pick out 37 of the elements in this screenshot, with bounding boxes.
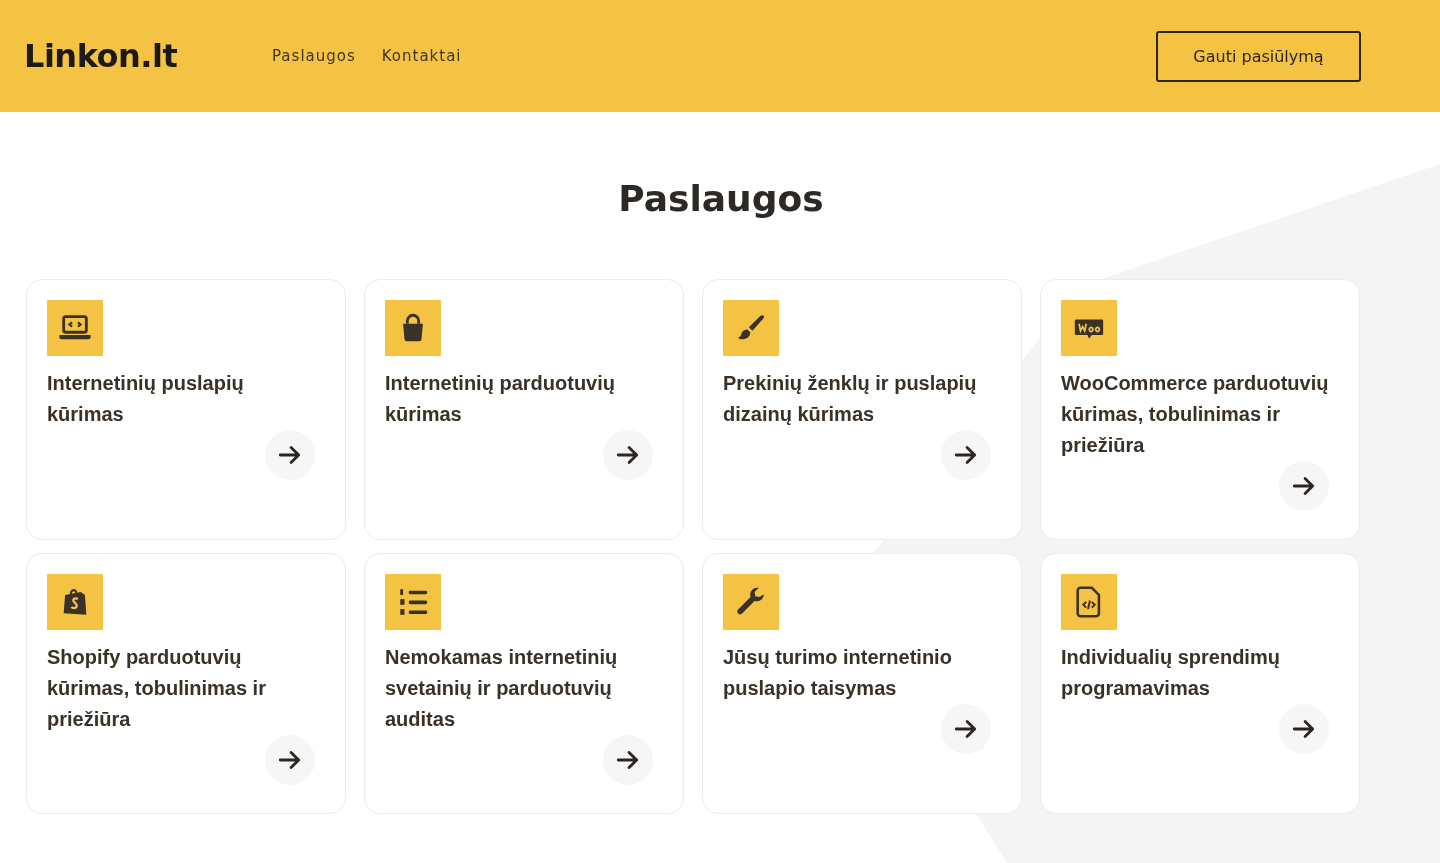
service-card[interactable]: Individualių sprendimų programavimas <box>1040 553 1360 814</box>
service-title: Prekinių ženklų ir puslapių dizainų kūrimas <box>723 371 978 427</box>
laptop-code-icon <box>47 300 103 356</box>
arrow-button[interactable] <box>1279 704 1329 754</box>
speech-bubble-icon <box>1061 300 1117 356</box>
numbered-list-icon <box>385 574 441 630</box>
bag-icon <box>385 300 441 356</box>
service-card[interactable]: Shopify parduotuvių kūrimas, tobulinimas ir priežiūra <box>26 553 346 814</box>
service-card[interactable]: Jūsų turimo internetinio puslapio taisymas <box>702 553 1022 814</box>
arrow-button[interactable] <box>941 704 991 754</box>
service-card[interactable]: Prekinių ženklų ir puslapių dizainų kūrimas <box>702 279 1022 540</box>
section-heading: Paslaugos <box>617 178 825 219</box>
nav-link[interactable]: Paslaugos <box>272 47 356 65</box>
arrow-button[interactable] <box>1279 461 1329 511</box>
file-code-icon <box>1061 574 1117 630</box>
service-card[interactable]: Nemokamas internetinių svetainių ir parduotuvių auditas <box>364 553 684 814</box>
brush-icon <box>723 300 779 356</box>
service-title: Shopify parduotuvių kūrimas, tobulinimas ir priežiūra <box>47 645 267 732</box>
service-title: Internetinių parduotuvių kūrimas <box>385 371 616 427</box>
service-title: Jūsų turimo internetinio puslapio taisymas <box>723 645 953 701</box>
service-card[interactable]: WooCommerce parduotuvių kūrimas, tobulinimas ir priežiūra <box>1040 279 1360 540</box>
logo[interactable]: Linkon.lt <box>24 37 272 75</box>
service-title: WooCommerce parduotuvių kūrimas, tobulinimas ir priežiūra <box>1061 371 1329 458</box>
service-title: Internetinių puslapių kūrimas <box>47 371 245 427</box>
quote-button[interactable]: Gauti pasiūlymą <box>1156 30 1361 82</box>
service-title: Individualių sprendimų programavimas <box>1061 645 1281 701</box>
wrench-icon <box>723 574 779 630</box>
service-card[interactable]: Internetinių puslapių kūrimas <box>26 279 346 540</box>
arrow-button[interactable] <box>265 735 315 785</box>
arrow-button[interactable] <box>603 735 653 785</box>
service-card[interactable]: Internetinių parduotuvių kūrimas <box>364 279 684 540</box>
service-title: Nemokamas internetinių svetainių ir parduotuvių auditas <box>385 645 619 732</box>
shopping-bag-icon <box>47 574 103 630</box>
arrow-button[interactable] <box>603 430 653 480</box>
nav-link[interactable]: Kontaktai <box>381 47 462 65</box>
arrow-button[interactable] <box>941 430 991 480</box>
arrow-button[interactable] <box>265 430 315 480</box>
